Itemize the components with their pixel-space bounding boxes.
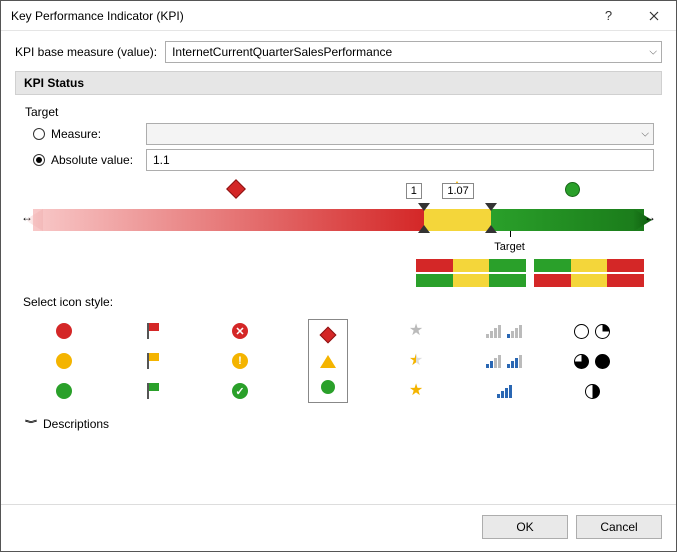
ok-label: OK	[516, 520, 533, 534]
iconstyle-bars[interactable]	[485, 348, 523, 374]
iconstyle-shapes-selected[interactable]	[308, 319, 348, 403]
base-measure-value: InternetCurrentQuarterSalesPerformance	[172, 45, 392, 59]
target-caption: Target	[494, 241, 525, 253]
base-measure-row: KPI base measure (value): InternetCurren…	[15, 41, 662, 63]
close-icon	[649, 11, 659, 21]
target-label: Target	[25, 105, 654, 119]
kpi-status-header: KPI Status	[15, 71, 662, 95]
base-measure-select[interactable]: InternetCurrentQuarterSalesPerformance ⌵	[165, 41, 662, 63]
chevron-down-icon: ⌵	[641, 129, 649, 140]
iconstyle-flags[interactable]	[133, 348, 171, 374]
slider-extend-right-icon[interactable]: ↔	[644, 210, 656, 224]
iconstyle-bars[interactable]	[485, 378, 523, 404]
iconstyle-circles[interactable]	[45, 378, 83, 404]
target-absolute-row: Absolute value: 1.1	[23, 149, 654, 171]
iconstyle-flags[interactable]	[133, 378, 171, 404]
window-title: Key Performance Indicator (KPI)	[11, 9, 586, 23]
iconstyle-circles[interactable]	[45, 348, 83, 374]
chevron-collapse-icon: ︾	[25, 418, 37, 428]
dialog-footer: OK Cancel	[1, 504, 676, 551]
iconstyle-stars[interactable]: ★	[397, 318, 435, 344]
threshold-gradient[interactable]: 1 1.07 Target	[33, 209, 644, 231]
absolute-value-input[interactable]: 1.1	[146, 149, 654, 171]
icon-style-label: Select icon style:	[23, 295, 654, 309]
iconstyle-bars[interactable]	[485, 318, 523, 344]
target-tick	[510, 231, 511, 237]
color-scale-ryg[interactable]	[416, 259, 526, 287]
kpi-status-body: Target Measure: ⌵ Absolute value: 1.1 ↔	[15, 95, 662, 442]
iconstyle-flags[interactable]	[133, 318, 171, 344]
iconstyle-rimsymbols[interactable]: ✓	[221, 378, 259, 404]
iconstyle-pies[interactable]	[573, 318, 611, 344]
iconstyle-rimsymbols[interactable]: ✕	[221, 318, 259, 344]
cancel-button[interactable]: Cancel	[576, 515, 662, 539]
threshold2-value[interactable]: 1.07	[442, 183, 473, 199]
radio-absolute[interactable]	[33, 154, 45, 166]
descriptions-toggle[interactable]: ︾ Descriptions	[25, 415, 654, 432]
iconstyle-pies[interactable]	[573, 348, 611, 374]
threshold2-handle[interactable]	[485, 203, 497, 237]
base-measure-label: KPI base measure (value):	[15, 45, 157, 59]
titlebar: Key Performance Indicator (KPI) ?	[1, 1, 676, 31]
status-shape-lane	[33, 179, 644, 201]
radio-absolute-label: Absolute value:	[51, 153, 146, 167]
color-scale-thumbs	[23, 259, 644, 287]
target-measure-select[interactable]: ⌵	[146, 123, 654, 145]
iconstyle-rimsymbols[interactable]: !	[221, 348, 259, 374]
radio-measure[interactable]	[33, 128, 45, 140]
icon-style-grid: ✕ ! ✓ ★ ★ ★	[23, 317, 654, 405]
red-diamond-icon	[226, 179, 246, 199]
iconstyle-stars[interactable]: ★	[397, 348, 435, 374]
radio-measure-label: Measure:	[51, 127, 146, 141]
color-scale-gyr[interactable]	[534, 259, 644, 287]
iconstyle-pies[interactable]	[573, 378, 611, 404]
ok-button[interactable]: OK	[482, 515, 568, 539]
descriptions-label: Descriptions	[43, 417, 109, 431]
threshold1-value[interactable]: 1	[406, 183, 422, 199]
dialog-content: KPI base measure (value): InternetCurren…	[1, 31, 676, 504]
absolute-value-text: 1.1	[153, 153, 170, 167]
threshold-slider: ↔ 1 1.07 Target ↔	[23, 179, 654, 255]
threshold1-handle[interactable]	[418, 203, 430, 237]
cancel-label: Cancel	[600, 520, 637, 534]
iconstyle-circles[interactable]	[45, 318, 83, 344]
iconstyle-stars[interactable]: ★	[397, 378, 435, 404]
close-button[interactable]	[631, 1, 676, 31]
target-measure-row: Measure: ⌵	[23, 123, 654, 145]
chevron-down-icon: ⌵	[649, 47, 657, 58]
green-circle-icon	[565, 182, 580, 197]
help-button[interactable]: ?	[586, 1, 631, 31]
